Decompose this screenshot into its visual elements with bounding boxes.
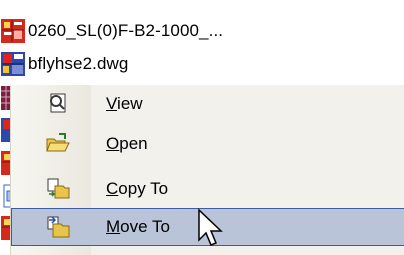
menu-item-label: Copy To [106, 179, 169, 198]
menu-item-label: View [106, 94, 143, 113]
cad-file-red-icon [0, 18, 26, 44]
file-row-1[interactable]: 0260_SL(0)F-B2-1000_... [0, 18, 223, 44]
open-folder-icon [45, 131, 71, 157]
menu-item-label: Move To [106, 217, 170, 236]
mouse-cursor-icon [197, 208, 231, 248]
file-row-2[interactable]: bflyhse2.dwg [0, 51, 128, 77]
menu-item-view[interactable]: View [11, 85, 404, 123]
menu-item-copy-to[interactable]: Copy To [11, 170, 404, 208]
menu-item-label: Open [106, 134, 148, 153]
file-name: bflyhse2.dwg [28, 54, 129, 73]
move-to-icon [45, 214, 71, 240]
copy-to-icon [45, 176, 71, 202]
cad-file-blue-icon [0, 51, 26, 77]
file-name: 0260_SL(0)F-B2-1000_... [28, 21, 224, 40]
view-icon [45, 91, 71, 117]
menu-item-open[interactable]: Open [11, 125, 404, 163]
